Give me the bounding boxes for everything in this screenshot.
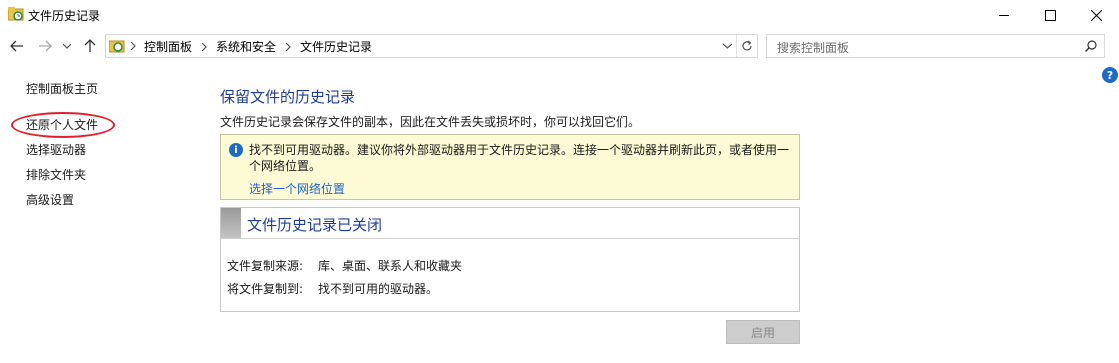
sidebar-home-link[interactable]: 控制面板主页: [26, 80, 98, 97]
address-bar[interactable]: 控制面板 系统和安全 文件历史记录: [105, 34, 758, 58]
search-placeholder: 搜索控制面板: [777, 41, 850, 55]
arrow-left-icon: [10, 40, 23, 52]
control-panel-icon: [109, 40, 125, 53]
breadcrumb-file-history[interactable]: 文件历史记录: [300, 38, 372, 55]
target-value: 找不到可用的驱动器。: [318, 282, 439, 296]
breadcrumb: 控制面板 系统和安全 文件历史记录: [144, 38, 372, 55]
status-header: 文件历史记录已关闭: [221, 208, 799, 239]
chevron-down-icon: [722, 43, 732, 49]
warning-text: 找不到可用驱动器。建议你将外部驱动器用于文件历史记录。连接一个驱动器并刷新此页，…: [249, 143, 790, 173]
maximize-button[interactable]: [1027, 0, 1073, 30]
chevron-right-icon: [130, 42, 136, 50]
forward-button[interactable]: [36, 37, 54, 55]
up-button[interactable]: [81, 37, 99, 55]
close-button[interactable]: [1073, 0, 1119, 30]
window-title: 文件历史记录: [28, 9, 101, 23]
close-icon: [1090, 9, 1102, 21]
status-stripe: [221, 208, 241, 238]
recent-locations-button[interactable]: [61, 37, 73, 55]
warning-panel: i 找不到可用驱动器。建议你将外部驱动器用于文件历史记录。连接一个驱动器并刷新此…: [220, 134, 800, 200]
page-description: 文件历史记录会保存文件的副本，因此在文件丢失或损坏时，你可以找回它们。: [220, 115, 641, 129]
breadcrumb-system-security[interactable]: 系统和安全: [216, 38, 276, 55]
back-button[interactable]: [8, 37, 26, 55]
title-bar: 文件历史记录: [0, 0, 1119, 30]
info-icon: i: [229, 143, 243, 157]
chevron-down-icon: [63, 43, 71, 49]
source-value: 库、桌面、联系人和收藏夹: [318, 259, 463, 273]
help-icon[interactable]: ?: [1102, 67, 1118, 83]
address-dropdown-button[interactable]: [718, 35, 736, 57]
sidebar-item-exclude-folders[interactable]: 排除文件夹: [26, 166, 86, 183]
status-panel: 文件历史记录已关闭 文件复制来源: 库、桌面、联系人和收藏夹 将文件复制到: 找…: [220, 207, 800, 312]
select-network-location-link[interactable]: 选择一个网络位置: [249, 180, 345, 197]
arrow-right-icon: [39, 40, 52, 52]
target-label: 将文件复制到:: [227, 282, 304, 296]
page-title: 保留文件的历史记录: [220, 88, 356, 106]
status-title: 文件历史记录已关闭: [247, 216, 383, 234]
sidebar-item-advanced-settings[interactable]: 高级设置: [26, 191, 74, 208]
breadcrumb-control-panel[interactable]: 控制面板: [144, 38, 192, 55]
maximize-icon: [1044, 9, 1056, 21]
minimize-button[interactable]: [981, 0, 1027, 30]
search-input[interactable]: 搜索控制面板: [766, 34, 1105, 58]
sidebar-item-select-drive[interactable]: 选择驱动器: [26, 141, 86, 158]
minimize-icon: [998, 14, 1009, 16]
enable-button[interactable]: 启用: [726, 320, 800, 344]
refresh-icon: [742, 40, 752, 51]
search-icon[interactable]: [1085, 40, 1097, 52]
chevron-right-icon: [285, 42, 291, 51]
chevron-right-icon: [201, 42, 207, 51]
arrow-up-icon: [84, 39, 96, 52]
refresh-button[interactable]: [736, 35, 757, 57]
source-label: 文件复制来源:: [227, 259, 304, 273]
sidebar-item-restore-files[interactable]: 还原个人文件: [26, 116, 98, 133]
file-history-icon: [8, 7, 24, 21]
